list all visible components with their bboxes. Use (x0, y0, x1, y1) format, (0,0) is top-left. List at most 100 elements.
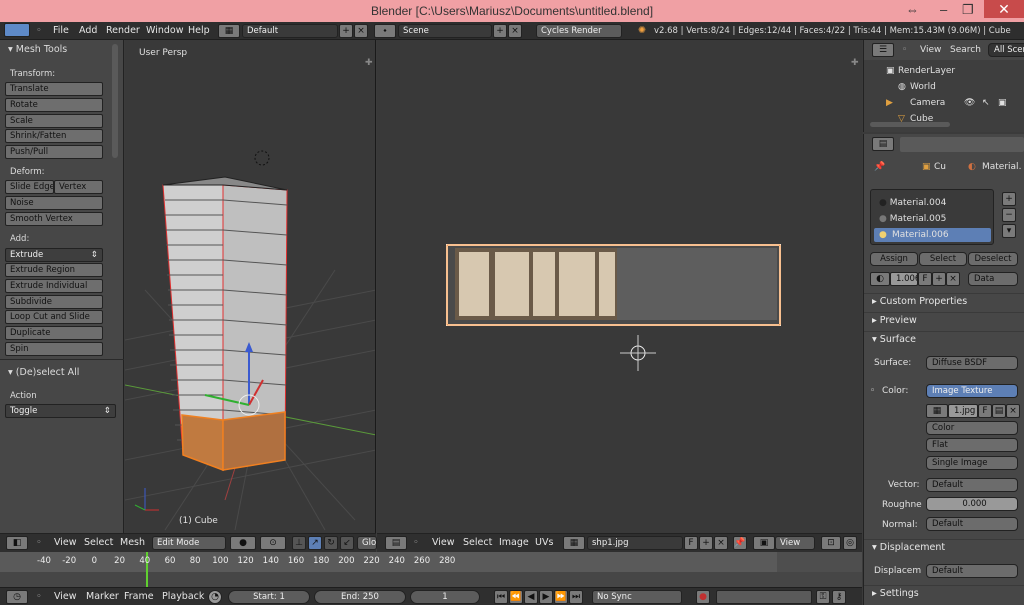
play-reverse-icon[interactable]: ◀ (524, 590, 538, 604)
image-name-field[interactable]: shp1.jpg (587, 536, 683, 550)
material-browse-icon[interactable]: ◐ (870, 272, 890, 286)
minimize-button[interactable]: – (940, 2, 947, 17)
custom-properties-panel[interactable]: ▸ Custom Properties (864, 293, 1024, 310)
close-button[interactable]: ✕ (984, 0, 1024, 18)
editor-type-outliner-icon[interactable]: ☰ (872, 43, 894, 57)
3d-scene-canvas[interactable] (125, 40, 376, 533)
noise-button[interactable]: Noise (5, 196, 103, 210)
context-tabs[interactable] (900, 137, 1024, 152)
image-open-icon[interactable]: ▤ (992, 404, 1006, 418)
fake-user-button[interactable]: F (918, 272, 932, 286)
unlink-image-icon[interactable]: × (714, 536, 728, 550)
select-button[interactable]: Select (919, 252, 967, 266)
menu-render[interactable]: Render (106, 25, 140, 36)
timeline-ruler[interactable] (0, 552, 862, 572)
render-engine-dropdown[interactable]: Cycles Render (536, 24, 622, 38)
outliner-filter-dropdown[interactable]: All Scen (988, 43, 1024, 57)
snap-icon[interactable]: ◎ (843, 536, 857, 550)
material-name-field[interactable]: 1.006 (890, 272, 918, 286)
rotate-button[interactable]: Rotate (5, 98, 103, 112)
color-space-dropdown[interactable]: Color (926, 421, 1018, 435)
settings-panel[interactable]: ▸ Settings (864, 585, 1024, 602)
socket-dot-icon[interactable]: ◦ (870, 386, 875, 396)
editor-type-info-icon[interactable] (4, 23, 30, 37)
translate-manipulator-icon[interactable]: ↗ (308, 536, 322, 550)
scene-icon[interactable]: ⬩ (374, 24, 396, 38)
slide-vertex-button[interactable]: Vertex (54, 180, 103, 194)
extrude-dropdown[interactable]: Extrude ⇕ (5, 248, 103, 262)
collapse-menu-icon[interactable]: ◦ (902, 45, 907, 55)
select-cursor-icon[interactable]: ↖ (982, 98, 990, 108)
color-input-dropdown[interactable]: Image Texture (926, 384, 1018, 398)
visibility-eye-icon[interactable]: 👁 (964, 98, 975, 108)
assign-button[interactable]: Assign (870, 252, 918, 266)
timeline-menu-view[interactable]: View (54, 591, 77, 602)
record-icon[interactable]: ● (696, 590, 710, 604)
jump-start-icon[interactable]: ⏮ (494, 590, 508, 604)
image-browse-icon[interactable]: ▦ (563, 536, 585, 550)
uv-menu-select[interactable]: Select (463, 537, 492, 548)
timeline[interactable]: -40 -20 0 20 40 60 80 100 120 140 160 180 200 220 240 2… (0, 552, 862, 587)
collapse-menu-icon[interactable]: ◦ (36, 537, 42, 548)
render-camera-icon[interactable]: ▣ (998, 98, 1007, 108)
surface-shader-dropdown[interactable]: Diffuse BSDF (926, 356, 1018, 370)
remove-scene-icon[interactable]: × (508, 24, 522, 38)
spin-button[interactable]: Spin (5, 342, 103, 356)
add-screen-icon[interactable]: + (339, 24, 353, 38)
material-slot-row-selected[interactable]: ● Material.006 (874, 228, 991, 242)
outliner-item-camera[interactable]: Camera (910, 98, 945, 108)
delete-keyframe-icon[interactable]: ⚷ (832, 590, 846, 604)
pivot-icon[interactable]: ⊡ (821, 536, 841, 550)
displacement-panel[interactable]: ▾ Displacement (864, 539, 1024, 556)
extrude-region-button[interactable]: Extrude Region (5, 263, 103, 277)
push-pull-button[interactable]: Push/Pull (5, 145, 103, 159)
fake-user-button[interactable]: F (684, 536, 698, 550)
jump-keyframe-back-icon[interactable]: ⏪ (509, 590, 523, 604)
scene-field[interactable]: Scene (398, 24, 492, 38)
projection-dropdown[interactable]: Flat (926, 438, 1018, 452)
new-material-icon[interactable]: + (932, 272, 946, 286)
pivot-point-icon[interactable]: ⊙ (260, 536, 286, 550)
scale-manipulator-icon[interactable]: ↙ (340, 536, 354, 550)
view-mode-dropdown[interactable]: View (775, 536, 815, 550)
editor-type-timeline-icon[interactable]: ◷ (6, 590, 28, 604)
area-split-icon[interactable]: ✚ (851, 58, 859, 68)
area-split-icon[interactable]: ✚ (365, 58, 373, 68)
normal-dropdown[interactable]: Default (926, 517, 1018, 531)
screen-layout-icon[interactable]: ▦ (218, 24, 240, 38)
image-browse-icon[interactable]: ▦ (926, 404, 948, 418)
pin-image-icon[interactable]: 📌 (733, 536, 747, 550)
timeline-menu-playback[interactable]: Playback (162, 591, 204, 602)
image-tools-icon[interactable]: ▣ (753, 536, 775, 550)
collapse-menu-icon[interactable]: ◦ (413, 537, 419, 548)
timeline-menu-frame[interactable]: Frame (124, 591, 154, 602)
maximize-button[interactable]: ❐ (962, 2, 974, 18)
scale-button[interactable]: Scale (5, 114, 103, 128)
view3d-menu-mesh[interactable]: Mesh (120, 537, 145, 548)
collapse-menu-icon[interactable]: ◦ (36, 25, 42, 36)
material-slot-row[interactable]: ● Material.005 (879, 214, 946, 224)
view3d-menu-view[interactable]: View (54, 537, 77, 548)
uv-canvas[interactable] (377, 40, 862, 533)
editor-type-properties-icon[interactable]: ▤ (872, 137, 894, 151)
extrude-individual-button[interactable]: Extrude Individual (5, 279, 103, 293)
transform-orientation-dropdown[interactable]: Glo (357, 536, 377, 550)
sync-mode-dropdown[interactable]: No Sync (592, 590, 682, 604)
remove-slot-icon[interactable]: − (1002, 208, 1016, 222)
material-slot-row[interactable]: ● Material.004 (879, 198, 946, 208)
timeline-menu-marker[interactable]: Marker (86, 591, 119, 602)
end-frame-field[interactable]: End: 250 (314, 590, 406, 604)
unlink-material-icon[interactable]: × (946, 272, 960, 286)
duplicate-button[interactable]: Duplicate (5, 326, 103, 340)
roughness-slider[interactable]: 0.000 (926, 497, 1018, 511)
slide-edge-button[interactable]: Slide Edge (5, 180, 54, 194)
breadcrumb-object[interactable]: Cu (934, 162, 946, 172)
editor-type-uv-icon[interactable]: ▤ (385, 536, 407, 550)
pin-icon[interactable]: 📌 (874, 162, 885, 172)
loop-cut-button[interactable]: Loop Cut and Slide (5, 310, 103, 324)
smooth-vertex-button[interactable]: Smooth Vertex (5, 212, 103, 226)
rotate-manipulator-icon[interactable]: ↻ (324, 536, 338, 550)
vector-dropdown[interactable]: Default (926, 478, 1018, 492)
insert-keyframe-icon[interactable]: ⚿ (816, 590, 830, 604)
3d-viewport[interactable]: User Persp (1) Cube ✚ (125, 40, 376, 533)
